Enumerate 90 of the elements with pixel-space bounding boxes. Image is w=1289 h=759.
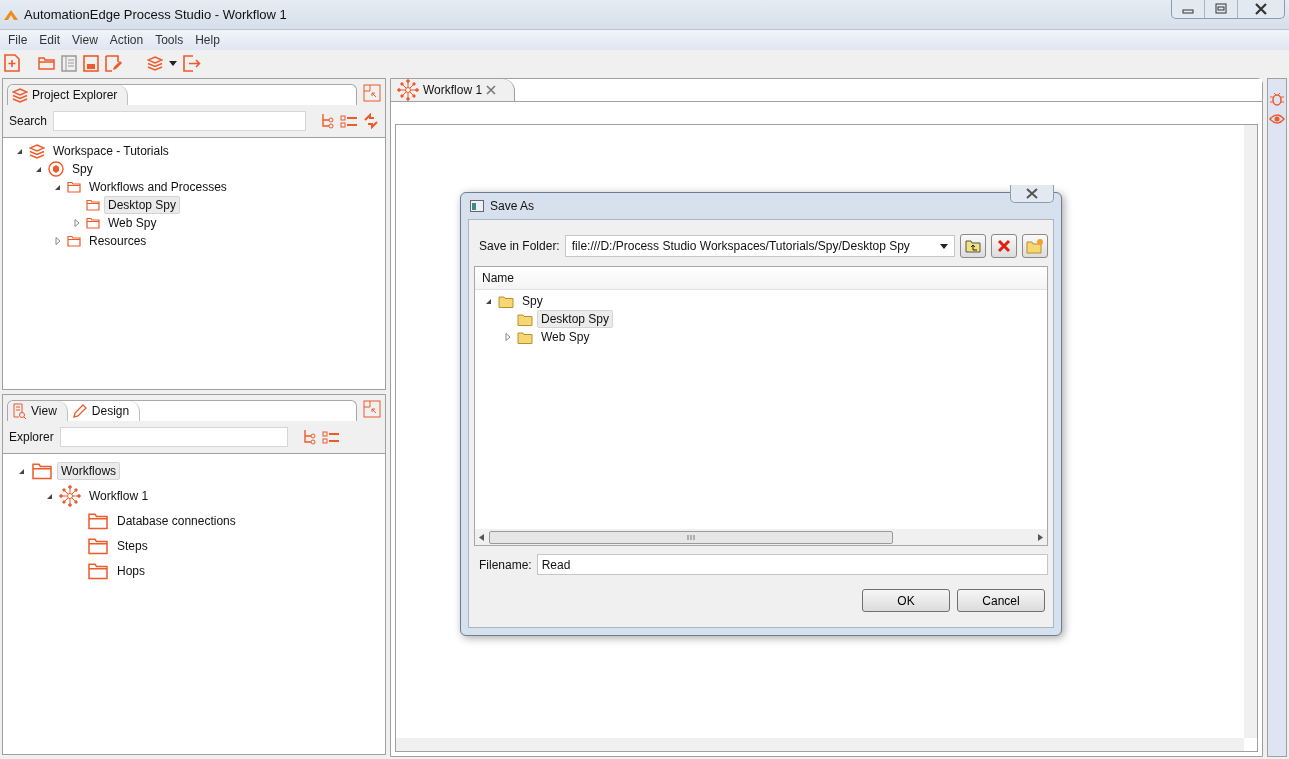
collapsed-triangle-icon[interactable] xyxy=(53,236,63,246)
panel-tab[interactable]: Project Explorer xyxy=(8,85,129,105)
list-icon[interactable] xyxy=(340,114,357,128)
new-folder-button[interactable] xyxy=(1022,234,1048,258)
maximize-icon[interactable] xyxy=(363,84,381,102)
panel-tab[interactable]: View xyxy=(8,401,68,421)
app-logo-icon xyxy=(4,9,18,20)
project-icon xyxy=(48,161,64,177)
folder-icon xyxy=(86,217,100,229)
vertical-scrollbar[interactable] xyxy=(1244,125,1257,738)
editor-tab[interactable]: Workflow 1 xyxy=(391,79,516,101)
maximize-icon[interactable] xyxy=(363,400,381,418)
hierarchy-icon[interactable] xyxy=(302,429,316,445)
folder-icon xyxy=(31,461,53,480)
list-icon[interactable] xyxy=(322,430,339,444)
tree-item[interactable]: Workspace - Tutorials xyxy=(49,142,173,160)
new-file-icon[interactable] xyxy=(4,54,20,72)
delete-button[interactable] xyxy=(991,234,1017,258)
hierarchy-icon[interactable] xyxy=(320,113,334,129)
document-icon[interactable] xyxy=(61,54,77,72)
eye-icon[interactable] xyxy=(1269,113,1285,125)
folder-up-button[interactable] xyxy=(960,234,986,258)
tree-item[interactable]: Workflows and Processes xyxy=(85,178,231,196)
network-icon xyxy=(59,484,81,507)
cancel-button[interactable]: Cancel xyxy=(957,589,1045,612)
tree-item[interactable]: Web Spy xyxy=(537,328,594,346)
layers-icon xyxy=(12,87,28,103)
tree-item[interactable]: Steps xyxy=(113,536,152,555)
folder-icon xyxy=(67,235,81,247)
menu-item[interactable]: Action xyxy=(103,33,150,47)
tree-item[interactable]: Spy xyxy=(518,292,547,310)
caret-icon[interactable] xyxy=(940,243,948,249)
edit-icon[interactable] xyxy=(105,54,123,72)
tree-item[interactable]: Hops xyxy=(113,561,149,580)
menu-item[interactable]: Edit xyxy=(33,33,67,47)
menu-item[interactable]: View xyxy=(66,33,104,47)
tree-item[interactable]: Spy xyxy=(68,160,97,178)
pencil-icon xyxy=(71,403,88,419)
tree-item[interactable]: Workflows xyxy=(57,461,121,480)
folder-icon xyxy=(517,330,533,344)
folder-icon xyxy=(86,199,100,211)
column-header[interactable]: Name xyxy=(482,271,514,285)
folder-up-icon xyxy=(965,239,981,253)
menu-item[interactable]: Help xyxy=(189,33,226,47)
search-field[interactable] xyxy=(53,111,306,131)
close-icon[interactable] xyxy=(1010,185,1054,203)
save-icon[interactable] xyxy=(83,54,99,72)
cross-icon xyxy=(997,239,1011,253)
collapsed-triangle-icon[interactable] xyxy=(503,332,513,342)
folder-icon[interactable] xyxy=(38,56,55,70)
menu-item[interactable]: Tools xyxy=(149,33,190,47)
sync-arrows-icon[interactable] xyxy=(363,113,379,129)
tree-item[interactable]: Resources xyxy=(85,232,151,250)
dialog-title: Save As xyxy=(490,199,535,213)
bug-icon[interactable] xyxy=(1270,91,1284,107)
new-folder-icon xyxy=(1026,238,1044,254)
caret-icon[interactable] xyxy=(169,60,177,66)
tree-item[interactable]: Workflow 1 xyxy=(85,486,153,505)
layers-icon xyxy=(147,55,163,71)
filename-label: Filename: xyxy=(479,557,532,572)
horizontal-scrollbar[interactable] xyxy=(475,529,1047,545)
search-label: Search xyxy=(9,114,48,128)
tree-item[interactable]: Desktop Spy xyxy=(104,196,181,214)
document-search-icon xyxy=(12,403,27,419)
folder-icon xyxy=(87,511,109,530)
folder-icon xyxy=(517,312,533,326)
window-title: AutomationEdge Process Studio - Workflow 1 xyxy=(24,7,288,22)
menu-item[interactable]: File xyxy=(2,33,34,47)
folder-icon xyxy=(498,294,514,308)
tree-item[interactable]: Desktop Spy xyxy=(537,310,614,328)
exit-icon[interactable] xyxy=(183,54,201,72)
tree-item[interactable]: Web Spy xyxy=(104,214,161,232)
explorer-field[interactable] xyxy=(59,427,288,447)
folder-label: Save in Folder: xyxy=(479,239,560,253)
network-icon xyxy=(397,79,419,101)
folder-icon xyxy=(87,536,109,555)
tree-item[interactable]: Database connections xyxy=(113,511,240,530)
explorer-label: Explorer xyxy=(9,430,54,444)
scroll-right-icon[interactable] xyxy=(1037,533,1043,541)
folder-icon xyxy=(67,181,81,193)
collapsed-triangle-icon[interactable] xyxy=(72,218,82,228)
grip-icon xyxy=(687,534,695,540)
filename-field[interactable]: Read xyxy=(536,554,1048,575)
ok-button[interactable]: OK xyxy=(862,589,950,612)
scroll-left-icon[interactable] xyxy=(479,533,485,541)
folder-icon xyxy=(87,561,109,580)
horizontal-scrollbar[interactable] xyxy=(396,738,1244,751)
window-icon xyxy=(470,200,484,212)
folder-dropdown[interactable]: file:///D:/Process Studio Workspaces/Tutorials/Spy/Desktop Spy xyxy=(564,235,955,257)
layers-icon xyxy=(29,143,45,159)
